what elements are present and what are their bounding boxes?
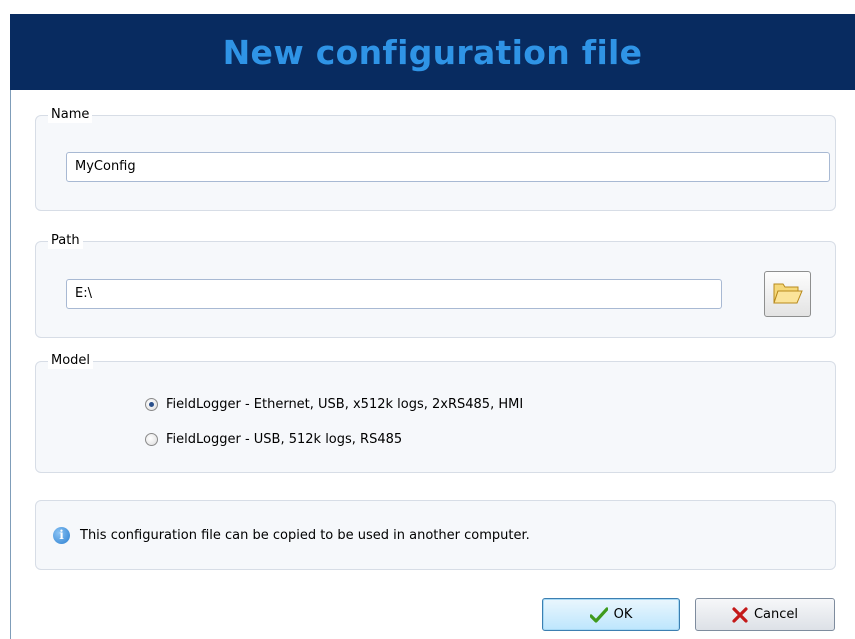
model-option-label: FieldLogger - Ethernet, USB, x512k logs,… — [166, 397, 524, 412]
radio-selected[interactable] — [145, 398, 158, 411]
cancel-button[interactable]: Cancel — [695, 598, 835, 631]
path-group-legend: Path — [48, 233, 83, 249]
path-input[interactable]: E:\ — [66, 279, 722, 309]
info-text: This configuration file can be copied to… — [80, 528, 530, 543]
dialog-titlebar: New configuration file — [10, 14, 855, 90]
browse-folder-button[interactable] — [764, 271, 811, 317]
model-option-label: FieldLogger - USB, 512k logs, RS485 — [166, 432, 403, 447]
new-config-dialog: New configuration file Name MyConfig Pat… — [10, 0, 855, 639]
info-panel: i This configuration file can be copied … — [35, 500, 836, 570]
folder-open-icon — [772, 279, 804, 309]
x-icon — [732, 606, 748, 623]
dialog-body: Name MyConfig Path E:\ Model FieldLogger — [10, 90, 855, 639]
radio-unselected[interactable] — [145, 433, 158, 446]
path-group: Path E:\ — [35, 233, 836, 338]
cancel-button-label: Cancel — [753, 607, 799, 622]
checkmark-icon — [589, 606, 608, 623]
info-icon: i — [53, 527, 70, 544]
ok-button[interactable]: OK — [542, 598, 680, 631]
ok-button-label: OK — [613, 607, 633, 622]
model-option-ethernet[interactable]: FieldLogger - Ethernet, USB, x512k logs,… — [145, 397, 523, 412]
model-group-legend: Model — [48, 353, 94, 369]
name-group-legend: Name — [48, 107, 93, 123]
name-group: Name MyConfig — [35, 107, 836, 211]
model-group: Model FieldLogger - Ethernet, USB, x512k… — [35, 353, 836, 473]
info-row: i This configuration file can be copied … — [53, 527, 530, 544]
name-input[interactable]: MyConfig — [66, 152, 830, 182]
dialog-title: New configuration file — [222, 32, 643, 72]
model-option-usb[interactable]: FieldLogger - USB, 512k logs, RS485 — [145, 432, 402, 447]
